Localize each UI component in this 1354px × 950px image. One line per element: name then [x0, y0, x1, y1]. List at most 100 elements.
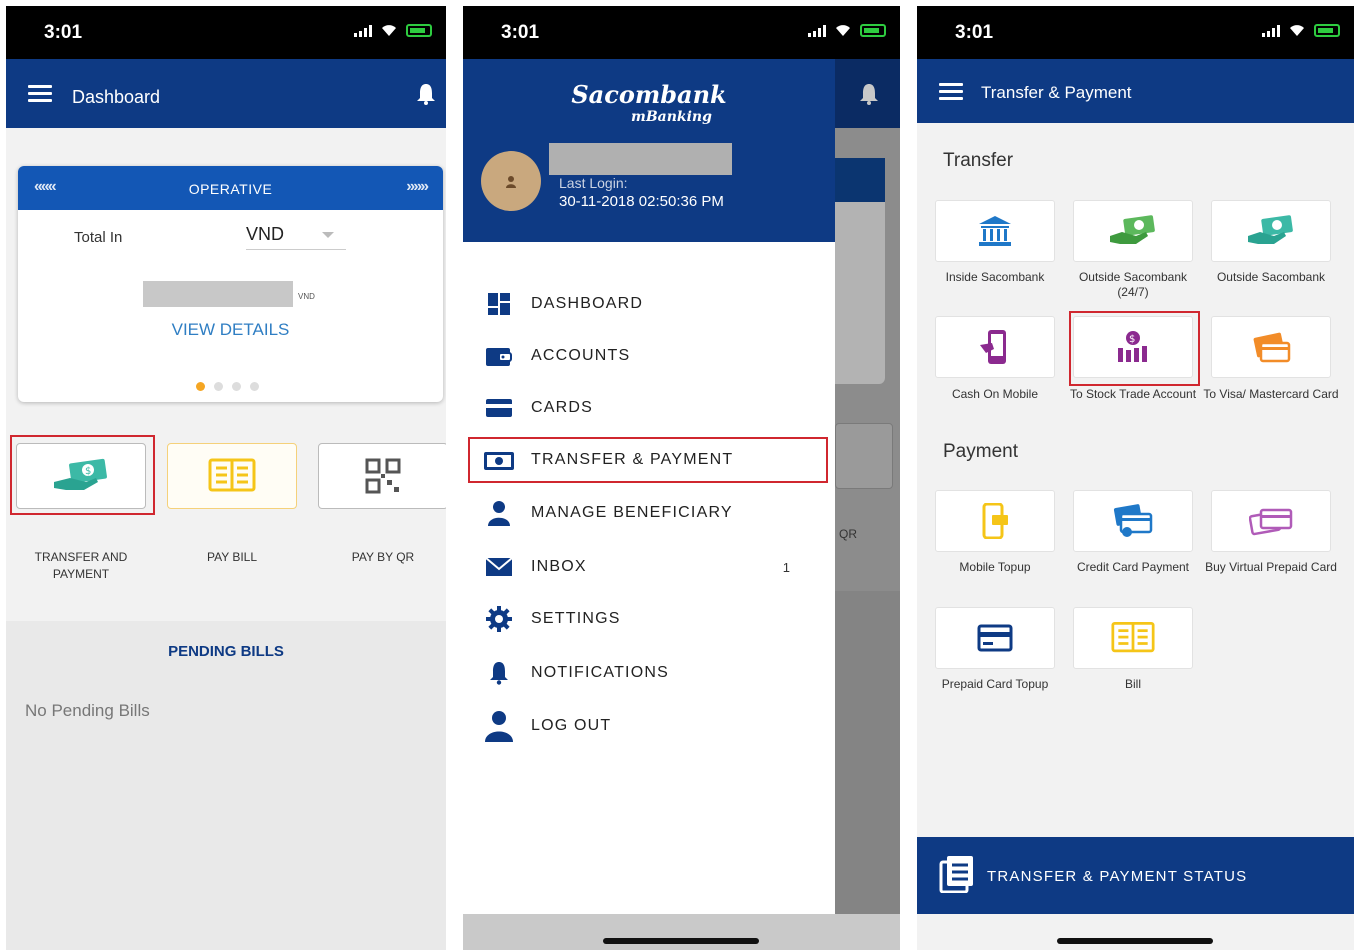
cash-hand-icon — [1248, 215, 1293, 244]
cash-hand-icon — [1110, 215, 1155, 244]
transfer-payment-screen: 3:01 Transfer & Payment Transfer Inside … — [917, 6, 1354, 950]
highlight-box — [468, 437, 828, 483]
payment-heading: Payment — [943, 441, 1018, 462]
avatar[interactable] — [481, 151, 541, 211]
account-card: ««« OPERATIVE »»» Total In VND VND VIEW … — [18, 166, 443, 402]
tile-label: To Visa/ Mastercard Card — [1203, 387, 1339, 401]
home-indicator-area — [917, 914, 1354, 950]
tile-bill[interactable] — [1073, 607, 1193, 669]
drawer-item-dashboard[interactable]: DASHBOARD — [463, 278, 835, 330]
status-bar: 3:01 — [6, 6, 446, 59]
qr-code-icon — [365, 458, 401, 494]
last-login-value: 30-11-2018 02:50:36 PM — [559, 193, 724, 210]
hamburger-menu-icon[interactable] — [939, 83, 963, 101]
drawer-item-cards[interactable]: CARDS — [463, 382, 835, 434]
bank-icon — [979, 216, 1011, 246]
hamburger-menu-icon[interactable] — [28, 85, 52, 103]
tile-buy-virtual-prepaid-card[interactable] — [1211, 490, 1331, 552]
mobile-cash-icon — [980, 330, 1006, 364]
carousel-dot[interactable] — [232, 382, 241, 391]
drawer-item-label: NOTIFICATIONS — [531, 664, 669, 681]
dimmed-account-card — [835, 158, 885, 384]
total-in-label: Total In — [74, 229, 123, 246]
status-icons — [808, 23, 886, 37]
bell-icon — [463, 661, 531, 685]
dimmed-qr-button — [835, 423, 893, 489]
home-indicator[interactable] — [603, 938, 759, 944]
tile-inside-sacombank[interactable] — [935, 200, 1055, 262]
drawer-item-manage-beneficiary[interactable]: MANAGE BENEFICIARY — [463, 487, 835, 539]
transfer-heading: Transfer — [943, 150, 1014, 171]
drawer-item-accounts[interactable]: ACCOUNTS — [463, 330, 835, 382]
virtual-card-icon — [1249, 508, 1293, 536]
dimmed-pending-area — [835, 591, 900, 920]
card-icon — [463, 398, 531, 418]
tile-credit-card-payment[interactable] — [1073, 490, 1193, 552]
signal-icon — [808, 25, 826, 37]
gear-icon — [463, 605, 531, 633]
pay-bill-button[interactable] — [167, 443, 297, 509]
tile-label: To Stock Trade Account — [1069, 387, 1197, 401]
tile-outside-sacombank[interactable] — [1211, 200, 1331, 262]
drawer-item-settings[interactable]: SETTINGS — [463, 593, 835, 645]
tile-prepaid-card-topup[interactable] — [935, 607, 1055, 669]
drawer-item-inbox[interactable]: INBOX 1 — [463, 541, 835, 593]
balance-unit: VND — [298, 292, 315, 301]
tile-label: Cash On Mobile — [951, 387, 1039, 401]
tile-mobile-topup[interactable] — [935, 490, 1055, 552]
person-icon — [463, 500, 531, 526]
wifi-icon — [834, 23, 852, 37]
document-list-icon — [939, 855, 975, 898]
dashboard-screen: 3:01 Dashboard ««« OPERATIVE »»» Total I… — [6, 6, 446, 950]
drawer-header: Sacombank mBanking Last Login: 30-11-201… — [463, 59, 835, 242]
view-details-link[interactable]: VIEW DETAILS — [18, 320, 443, 340]
home-indicator-area — [463, 914, 900, 950]
app-bar: Transfer & Payment — [917, 59, 1354, 123]
app-bar: Dashboard — [6, 59, 446, 128]
drawer-item-label: ACCOUNTS — [531, 347, 631, 364]
pay-by-qr-button[interactable] — [318, 443, 446, 509]
status-bar: 3:01 — [917, 6, 1354, 59]
status-time: 3:01 — [955, 22, 994, 43]
drawer-item-label: LOG OUT — [531, 717, 612, 734]
next-account-arrow[interactable]: »»» — [406, 178, 429, 196]
brand-logo: Sacombank — [571, 80, 727, 109]
drawer-item-label: INBOX — [531, 558, 587, 575]
carousel-dot[interactable] — [214, 382, 223, 391]
transfer-payment-status-button[interactable]: TRANSFER & PAYMENT STATUS — [917, 837, 1354, 914]
drawer-item-log-out[interactable]: LOG OUT — [463, 700, 835, 752]
currency-select[interactable]: VND — [246, 224, 346, 250]
bell-icon[interactable] — [416, 83, 436, 110]
chevron-down-icon — [322, 232, 334, 238]
drawer-item-label: DASHBOARD — [531, 295, 644, 312]
tile-label: Credit Card Payment — [1076, 560, 1190, 574]
inbox-count-badge: 1 — [782, 559, 790, 575]
nav-drawer: Sacombank mBanking Last Login: 30-11-201… — [463, 59, 835, 914]
tile-cash-on-mobile[interactable] — [935, 316, 1055, 378]
drawer-item-label: SETTINGS — [531, 610, 621, 627]
tile-outside-sacombank-247[interactable] — [1073, 200, 1193, 262]
credit-card-pay-icon — [1113, 504, 1153, 537]
tile-to-visa-mastercard[interactable] — [1211, 316, 1331, 378]
dashboard-icon — [463, 292, 531, 316]
carousel-dot-active[interactable] — [196, 382, 205, 391]
brand-sub-logo: mBanking — [631, 109, 712, 125]
highlight-box — [10, 435, 155, 515]
pending-bills-section: PENDING BILLS No Pending Bills — [6, 621, 446, 950]
prepaid-card-icon — [977, 624, 1013, 652]
balance-redacted — [143, 281, 293, 307]
transfer-and-payment-label: TRANSFER AND PAYMENT — [34, 550, 128, 581]
account-card-header: ««« OPERATIVE »»» — [18, 166, 443, 210]
tile-label: Buy Virtual Prepaid Card — [1205, 560, 1337, 574]
user-logout-icon — [463, 710, 531, 742]
username-redacted — [549, 143, 732, 175]
drawer-item-notifications[interactable]: NOTIFICATIONS — [463, 647, 835, 699]
last-login-label: Last Login: — [559, 175, 628, 191]
carousel-dot[interactable] — [250, 382, 259, 391]
no-pending-bills-text: No Pending Bills — [25, 701, 150, 720]
signal-icon — [1262, 25, 1280, 37]
drawer-item-label: MANAGE BENEFICIARY — [531, 504, 733, 521]
home-indicator[interactable] — [1057, 938, 1213, 944]
account-status: OPERATIVE — [188, 181, 273, 197]
tile-label: Prepaid Card Topup — [941, 677, 1049, 691]
